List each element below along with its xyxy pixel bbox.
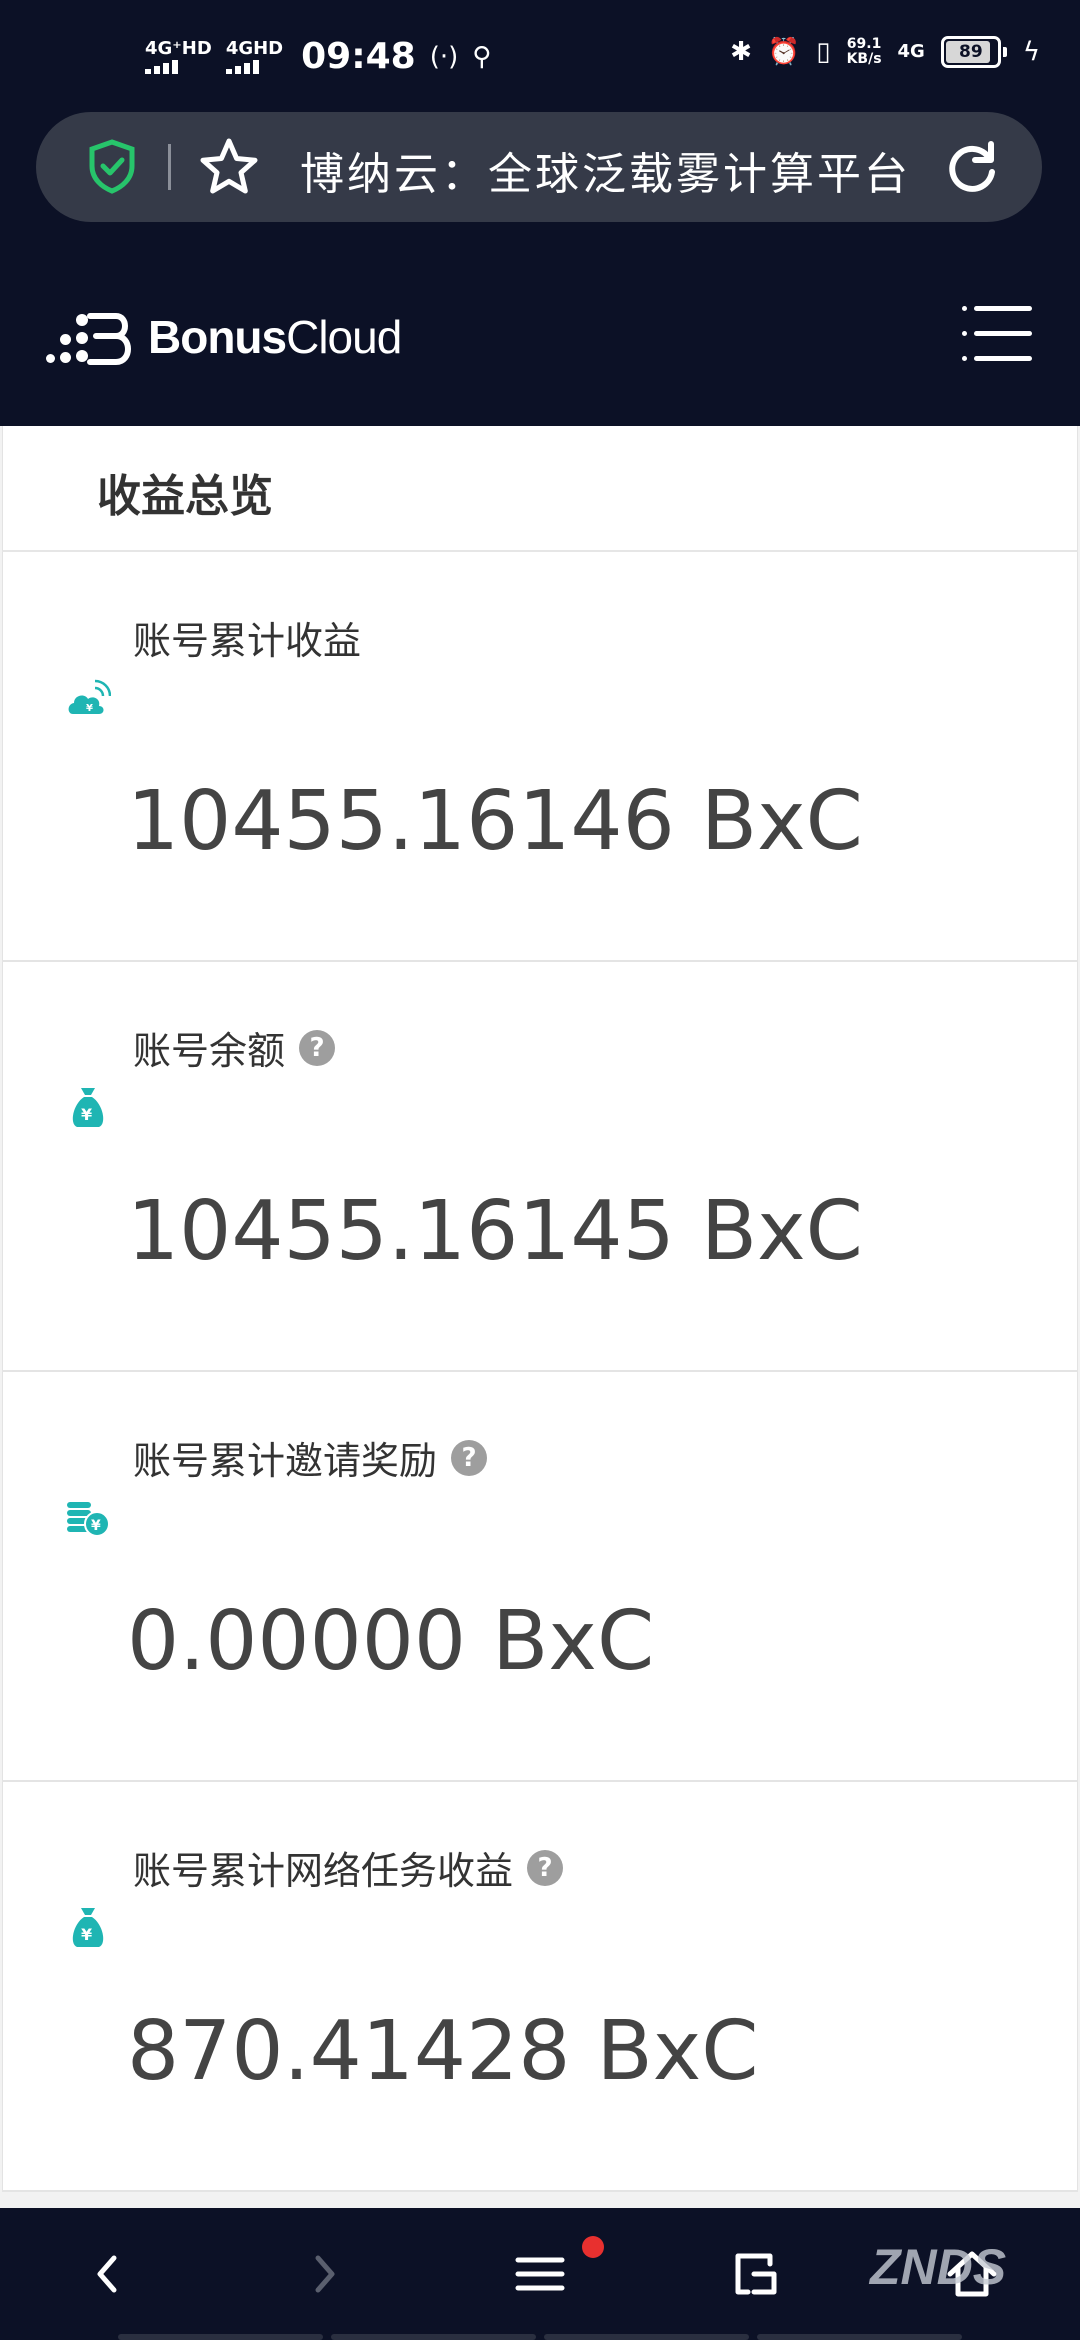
status-bar: 4G⁺HD 4GHD 09:48 (·) ⚲ ✱ ⏰ ▯ 69.1 KB/s 4… — [0, 0, 1080, 110]
logo-text-bold: Bonus — [148, 311, 287, 363]
reload-icon[interactable] — [941, 136, 1003, 198]
card-label-text: 账号累计网络任务收益 — [133, 1849, 514, 1893]
watermark-logo: ZNDS — [870, 2239, 1007, 2295]
nav-indicator — [118, 2334, 962, 2340]
status-left: 4G⁺HD 4GHD 09:48 (·) ⚲ — [145, 36, 491, 77]
svg-text:¥: ¥ — [91, 1518, 101, 1534]
security-shield-icon[interactable] — [82, 136, 142, 196]
money-bag-icon: ¥ — [72, 1088, 104, 1127]
page-title[interactable]: 博纳云：全球泛载雾计算平台 — [300, 138, 911, 202]
notification-badge — [582, 2236, 604, 2258]
network-speed-unit: KB/s — [846, 51, 882, 67]
sim1-label: 4G⁺HD — [145, 37, 212, 59]
card-label: 账号累计邀请奖励 ? — [133, 1430, 488, 1485]
alarm-icon: ⏰ — [767, 37, 801, 67]
network-type: 4G — [897, 41, 925, 62]
battery-level: 89 — [959, 42, 983, 62]
sim2-signal: 4GHD — [225, 37, 284, 74]
address-bar-divider — [168, 144, 171, 190]
sim1-signal: 4G⁺HD — [145, 37, 212, 74]
overview-header: 收益总览 — [2, 426, 1078, 552]
card-label: 账号余额 ? — [133, 1020, 336, 1075]
signal-bars-icon — [225, 59, 259, 74]
status-right: ✱ ⏰ ▯ 69.1 KB/s 4G 89 ϟ — [730, 36, 1040, 68]
card-label-text: 账号累计收益 — [133, 619, 362, 663]
site-header: BonusCloud — [0, 250, 1080, 426]
card-value: 10455.16146 BxC — [127, 774, 863, 869]
tabs-icon[interactable] — [726, 2244, 786, 2304]
address-bar[interactable]: 博纳云：全球泛载雾计算平台 — [36, 112, 1042, 222]
forward-icon[interactable] — [294, 2244, 354, 2304]
bookmark-star-icon[interactable] — [196, 134, 262, 200]
bluetooth-icon: ✱ — [730, 37, 752, 67]
card-network-task-earnings: ¥ 账号累计网络任务收益 ? 870.41428 BxC — [2, 1782, 1078, 2192]
earnings-content: 收益总览 ¥ 账号累计收益 10455.16146 BxC ¥ 账号余额 ? 1… — [0, 426, 1080, 2208]
back-icon[interactable] — [78, 2244, 138, 2304]
hotspot-icon: (·) — [429, 41, 459, 72]
browser-bottom-nav: ZNDS — [0, 2208, 1080, 2340]
clock: 09:48 — [301, 36, 416, 77]
network-speed-value: 69.1 — [846, 36, 882, 52]
card-value: 870.41428 BxC — [127, 2004, 759, 2099]
money-bag-icon: ¥ — [72, 1908, 104, 1947]
bonus-cloud-logo[interactable]: BonusCloud — [44, 302, 402, 372]
coin-stack-icon: ¥ — [67, 1502, 110, 1537]
help-icon[interactable]: ? — [527, 1849, 564, 1886]
overview-title: 收益总览 — [97, 471, 273, 522]
card-value: 10455.16145 BxC — [127, 1184, 863, 1279]
logo-text-light: Cloud — [286, 311, 402, 363]
charging-icon: ϟ — [1022, 37, 1040, 67]
signal-bars-icon — [145, 59, 178, 74]
sim2-label: 4GHD — [225, 37, 284, 59]
svg-text:¥: ¥ — [86, 703, 93, 714]
network-speed: 69.1 KB/s — [847, 37, 882, 67]
logo-text: BonusCloud — [148, 310, 402, 364]
svg-text:¥: ¥ — [81, 1105, 92, 1124]
battery-cap — [1002, 47, 1007, 57]
hamburger-menu-icon[interactable] — [962, 306, 1032, 362]
logo-mark-icon — [44, 302, 131, 372]
cloud-coin-icon: ¥ — [68, 679, 111, 714]
menu-icon[interactable] — [510, 2244, 570, 2304]
card-value: 0.00000 BxC — [127, 1594, 655, 1689]
vibrate-icon: ▯ — [816, 37, 831, 67]
card-label: 账号累计网络任务收益 ? — [133, 1840, 564, 1895]
card-label: 账号累计收益 — [133, 610, 361, 665]
card-account-balance: ¥ 账号余额 ? 10455.16145 BxC — [2, 962, 1078, 1372]
card-label-text: 账号累计邀请奖励 — [133, 1439, 438, 1483]
usb-icon: ⚲ — [472, 41, 492, 72]
help-icon[interactable]: ? — [299, 1029, 336, 1066]
battery-icon: 89 — [940, 36, 1001, 68]
help-icon[interactable]: ? — [451, 1439, 488, 1476]
svg-text:¥: ¥ — [81, 1925, 92, 1944]
card-invite-rewards: ¥ 账号累计邀请奖励 ? 0.00000 BxC — [2, 1372, 1078, 1782]
card-total-earnings: ¥ 账号累计收益 10455.16146 BxC — [2, 552, 1078, 962]
card-label-text: 账号余额 — [133, 1029, 286, 1073]
